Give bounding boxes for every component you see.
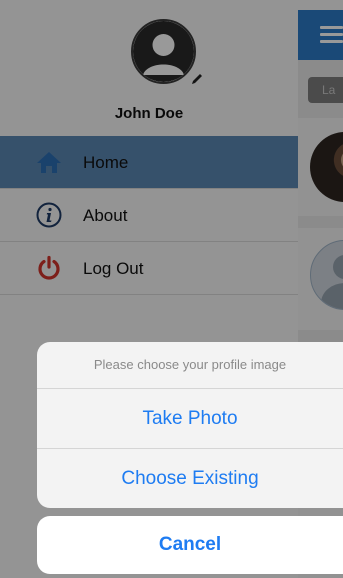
app-screen: La John Doe Home About Log Out Please ch… — [0, 0, 343, 578]
profile-image-action-sheet: Please choose your profile image Take Ph… — [37, 342, 343, 508]
take-photo-button[interactable]: Take Photo — [37, 389, 343, 449]
action-sheet-title: Please choose your profile image — [37, 342, 343, 389]
cancel-button[interactable]: Cancel — [37, 516, 343, 574]
choose-existing-button[interactable]: Choose Existing — [37, 449, 343, 508]
